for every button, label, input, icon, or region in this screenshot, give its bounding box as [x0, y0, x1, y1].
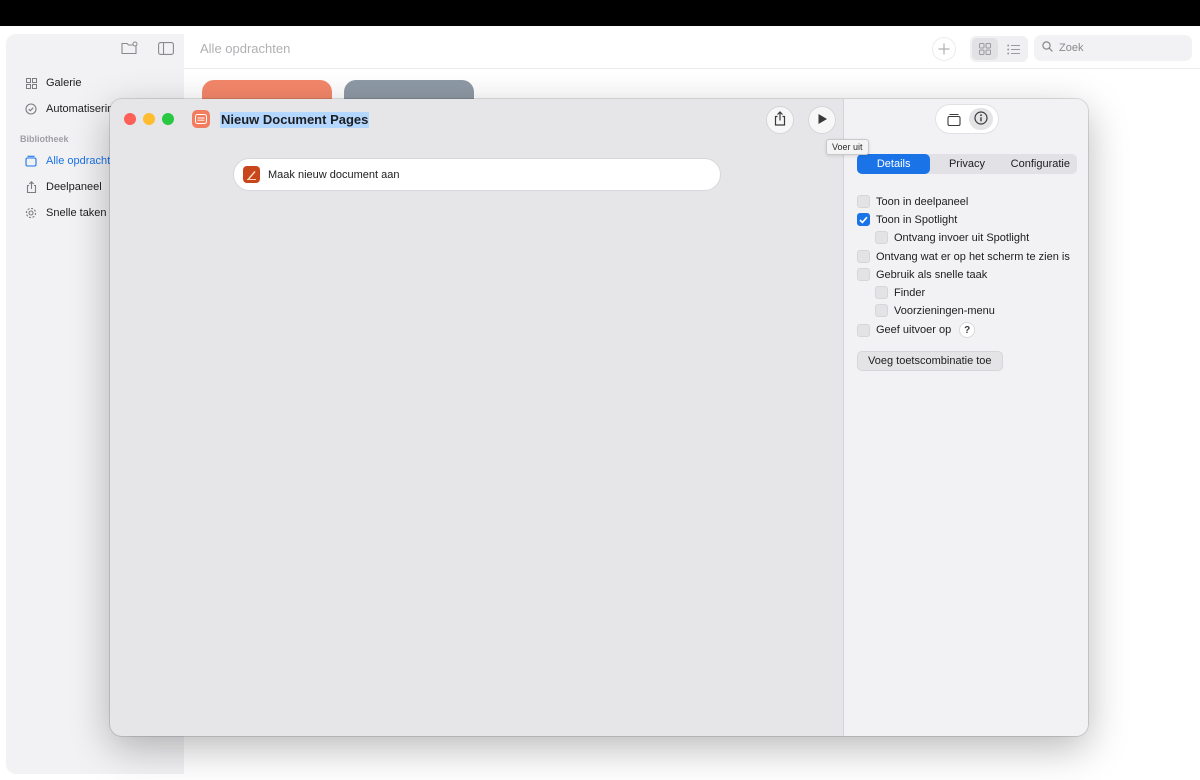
option-label: Toon in Spotlight: [876, 213, 958, 226]
library-panel-button[interactable]: [942, 108, 966, 130]
add-shortcut-button[interactable]: [932, 37, 956, 61]
action-block[interactable]: Maak nieuw document aan: [233, 158, 721, 191]
option-label: Ontvang wat er op het scherm te zien is: [876, 250, 1070, 263]
action-label: Maak nieuw document aan: [268, 168, 400, 181]
minimize-button[interactable]: [143, 113, 155, 125]
checkbox[interactable]: [857, 323, 870, 337]
info-panel-button[interactable]: [968, 108, 993, 130]
option-label: Ontvang invoer uit Spotlight: [894, 231, 1030, 244]
tab-details[interactable]: Details: [857, 154, 931, 174]
sidebar-item-label: Galerie: [46, 77, 82, 89]
option-label: Gebruik als snelle taak: [876, 268, 988, 281]
search-field[interactable]: Zoek: [1034, 35, 1192, 61]
option-ontvang-scherm[interactable]: Ontvang wat er op het scherm te zien is: [857, 250, 1070, 263]
option-ontvang-invoer-uit-spotlight[interactable]: Ontvang invoer uit Spotlight: [875, 231, 1029, 244]
info-icon: [973, 110, 988, 128]
option-label: Finder: [894, 286, 926, 299]
share-icon: [24, 180, 38, 194]
option-toon-in-spotlight[interactable]: Toon in Spotlight: [857, 213, 957, 226]
grid-view-button[interactable]: [972, 38, 998, 60]
shortcut-title[interactable]: Nieuw Document Pages: [220, 112, 370, 128]
option-label: Geef uitvoer op: [876, 324, 952, 336]
window-controls: [124, 113, 174, 125]
tab-configuratie[interactable]: Configuratie: [1004, 154, 1077, 174]
menu-bar: [0, 0, 1200, 26]
sidebar-item-label: Deelpaneel: [46, 181, 102, 193]
tab-privacy[interactable]: Privacy: [930, 154, 1003, 174]
toolbar-divider: [184, 68, 1200, 69]
stack-icon: [24, 154, 38, 168]
zoom-button[interactable]: [162, 113, 174, 125]
gear-icon: [24, 206, 38, 220]
inspector-panel: Details Privacy Configuratie Toon in dee…: [843, 99, 1088, 736]
checkbox[interactable]: [857, 268, 870, 281]
shortcut-editor-window: Nieuw Document Pages Maak nieuw document…: [110, 99, 1088, 736]
new-folder-icon[interactable]: [120, 40, 140, 56]
tooltip: Voer uit: [826, 139, 869, 155]
run-button[interactable]: [808, 106, 836, 134]
grid-icon: [24, 76, 38, 90]
sidebar-toggle-icon[interactable]: [156, 40, 176, 56]
sidebar-item-label: Automatisering: [46, 103, 120, 115]
sidebar-item-galerie[interactable]: Galerie: [24, 76, 182, 90]
sidebar-item-label: Snelle taken: [46, 207, 107, 219]
option-toon-in-deelpaneel[interactable]: Toon in deelpaneel: [857, 195, 968, 208]
option-geef-uitvoer-op[interactable]: Geef uitvoer op ?: [857, 322, 976, 338]
option-label: Voorzieningen-menu: [894, 304, 995, 317]
option-label: Toon in deelpaneel: [876, 195, 969, 208]
window-title: Alle opdrachten: [200, 41, 291, 56]
checkbox[interactable]: [857, 195, 870, 208]
sidebar-section-title: Bibliotheek: [20, 134, 69, 144]
clock-check-icon: [24, 102, 38, 116]
checkbox[interactable]: [857, 250, 870, 263]
checkbox[interactable]: [875, 231, 888, 244]
pages-icon: [243, 166, 260, 183]
checkbox[interactable]: [875, 304, 888, 317]
add-keyboard-shortcut-button[interactable]: Voeg toetscombinatie toe: [857, 351, 1003, 371]
shortcut-icon[interactable]: [192, 110, 210, 128]
checkbox[interactable]: [875, 286, 888, 299]
close-button[interactable]: [124, 113, 136, 125]
inspector-tabs: Details Privacy Configuratie: [857, 154, 1077, 174]
view-switcher: [970, 36, 1028, 62]
option-gebruik-als-snelle-taak[interactable]: Gebruik als snelle taak: [857, 268, 987, 281]
checkbox-checked[interactable]: [857, 213, 870, 226]
option-voorzieningen-menu[interactable]: Voorzieningen-menu: [875, 304, 995, 317]
search-placeholder: Zoek: [1059, 42, 1084, 54]
inspector-toggle: [936, 105, 998, 133]
play-icon: [817, 113, 828, 128]
help-button[interactable]: ?: [959, 322, 976, 338]
share-button[interactable]: [766, 106, 794, 134]
option-finder[interactable]: Finder: [875, 286, 925, 299]
share-icon: [774, 111, 786, 129]
search-icon: [1042, 41, 1053, 55]
main-toolbar: [932, 36, 1028, 62]
list-view-button[interactable]: [1000, 38, 1026, 60]
